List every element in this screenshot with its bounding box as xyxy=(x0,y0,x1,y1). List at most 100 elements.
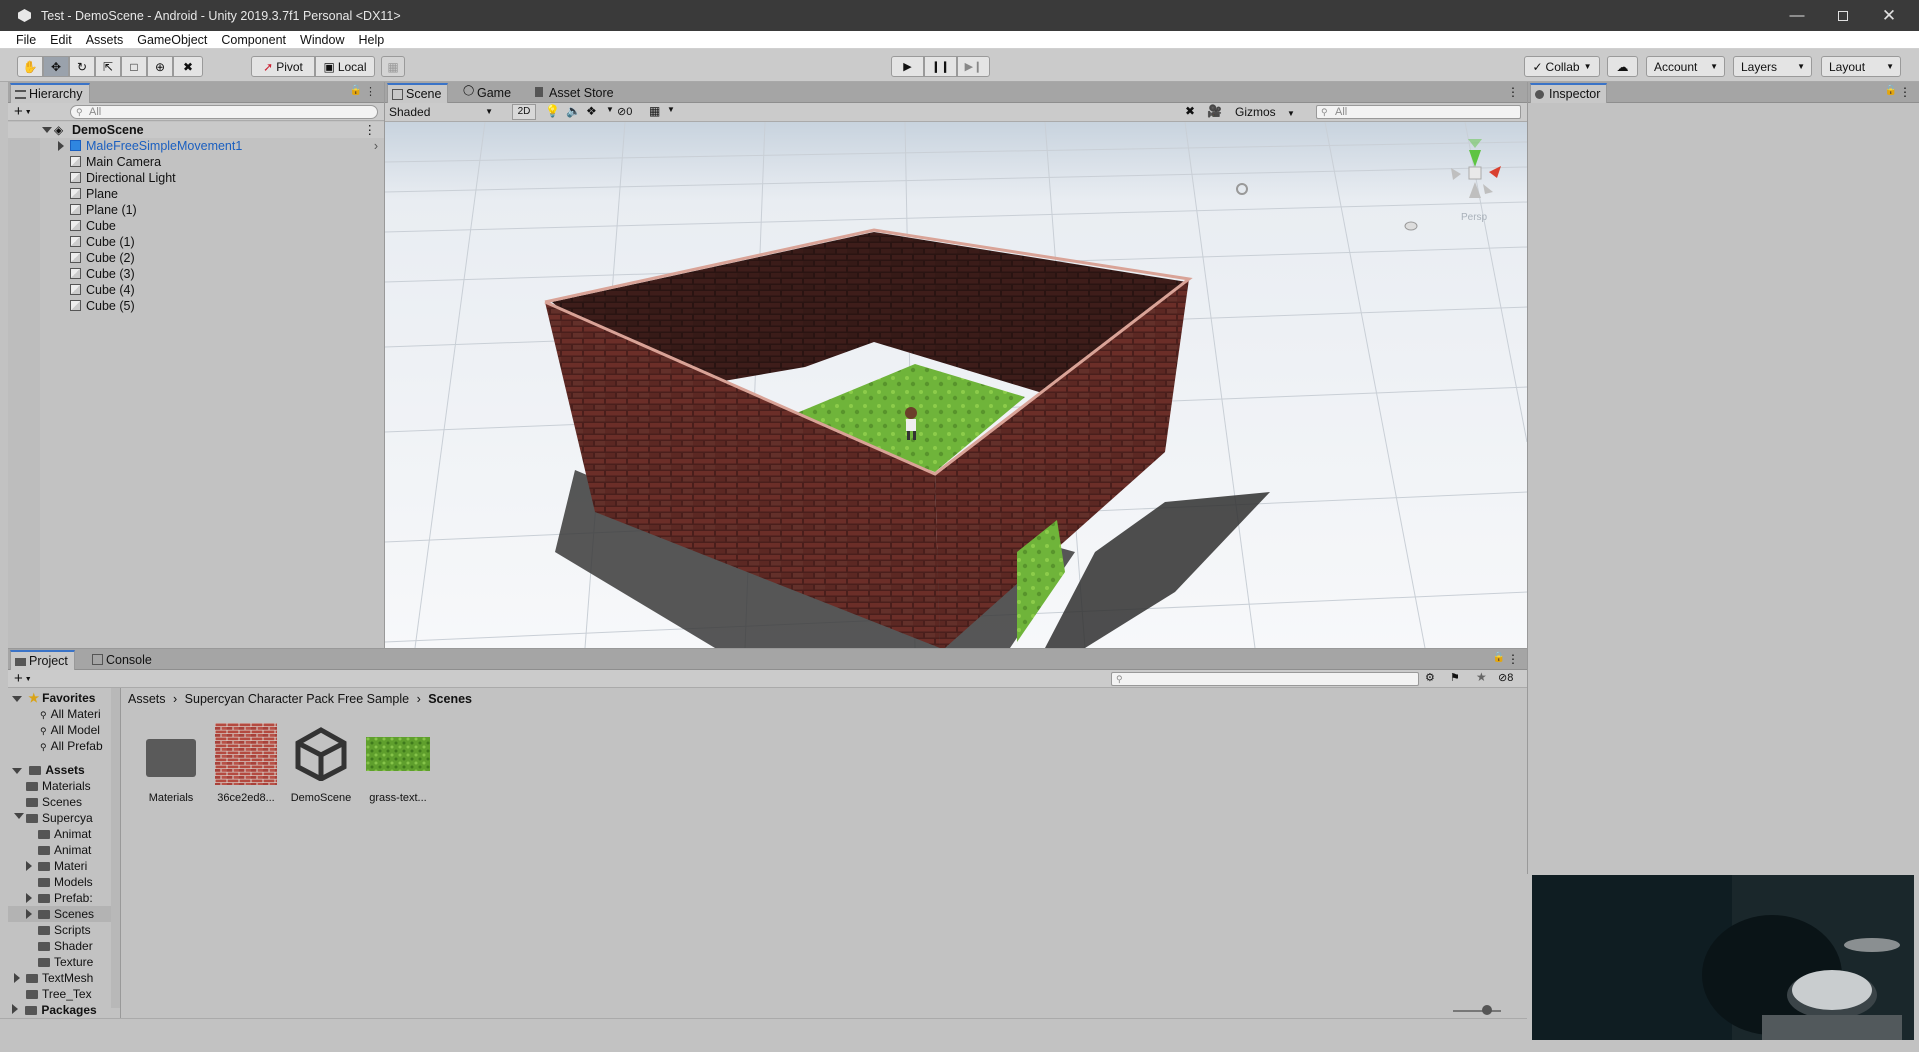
grid-snap-button[interactable]: ▦ xyxy=(381,56,405,77)
pivot-toggle[interactable]: ➚ Pivot xyxy=(251,56,315,77)
collab-dropdown[interactable]: ✓ Collab ▼ xyxy=(1524,56,1600,77)
layers-dropdown[interactable]: Layers ▼ xyxy=(1733,56,1812,77)
hierarchy-search-input[interactable]: ⚲ All xyxy=(70,105,378,119)
expand-arrow-icon[interactable] xyxy=(26,861,32,871)
asset-tree-item[interactable]: Scripts xyxy=(8,922,111,938)
asset-tree-item[interactable]: TextMesh xyxy=(8,970,111,986)
maximize-button[interactable] xyxy=(1820,0,1866,31)
create-button[interactable]: + ▼ xyxy=(14,670,32,688)
audio-toggle-icon[interactable]: 🔈 xyxy=(566,104,581,118)
menu-window[interactable]: Window xyxy=(293,33,351,47)
kebab-menu-icon[interactable]: ⋮ xyxy=(1899,85,1911,99)
tab-hierarchy[interactable]: Hierarchy xyxy=(10,83,90,103)
asset-tree-item[interactable]: Animat xyxy=(8,842,111,858)
menu-component[interactable]: Component xyxy=(214,33,293,47)
expand-arrow-icon[interactable] xyxy=(42,127,52,133)
grid-toggle-icon[interactable]: ▦ xyxy=(649,104,660,118)
kebab-menu-icon[interactable]: ⋮ xyxy=(365,85,376,98)
hierarchy-item[interactable]: Cube (2) xyxy=(8,250,384,266)
hierarchy-item[interactable]: Directional Light xyxy=(8,170,384,186)
minimize-button[interactable]: — xyxy=(1774,0,1820,31)
assets-root[interactable]: Assets xyxy=(12,762,85,778)
zoom-slider-thumb[interactable] xyxy=(1482,1005,1492,1015)
hierarchy-item[interactable]: Cube (1) xyxy=(8,234,384,250)
star-icon[interactable]: ★ xyxy=(1476,670,1487,684)
tab-console[interactable]: Console xyxy=(88,650,158,670)
local-toggle[interactable]: ▣ Local xyxy=(315,56,375,77)
scene-search-input[interactable]: ⚲ All xyxy=(1316,105,1521,119)
close-button[interactable]: ✕ xyxy=(1866,0,1912,31)
asset-brick-texture[interactable]: 36ce2ed8... xyxy=(211,722,281,804)
favorites-header[interactable]: ★ Favorites xyxy=(12,690,95,706)
scene-row[interactable]: ◈ DemoScene ⋮ xyxy=(8,122,384,138)
hierarchy-item[interactable]: Main Camera xyxy=(8,154,384,170)
asset-tree-item[interactable]: Scenes xyxy=(8,906,111,922)
expand-arrow-icon[interactable] xyxy=(14,813,24,819)
favorite-all-materials[interactable]: ⚲ All Materi xyxy=(40,706,101,722)
asset-tree-item[interactable]: Texture xyxy=(8,954,111,970)
asset-tree-item[interactable]: Scenes xyxy=(8,794,111,810)
expand-arrow-icon[interactable] xyxy=(26,909,32,919)
menu-file[interactable]: File xyxy=(0,33,43,47)
zoom-slider[interactable] xyxy=(1453,1010,1501,1012)
favorite-all-prefabs[interactable]: ⚲ All Prefab xyxy=(40,738,103,754)
chevron-down-icon[interactable]: ▼ xyxy=(606,105,614,114)
kebab-menu-icon[interactable]: ⋮ xyxy=(1507,652,1519,666)
lock-icon[interactable]: 🔒 xyxy=(1885,85,1897,96)
hidden-packages-toggle[interactable]: ⊘8 xyxy=(1498,671,1513,684)
shading-mode-dropdown[interactable]: Shaded ▼ xyxy=(387,104,499,120)
project-search-input[interactable]: ⚲ xyxy=(1111,672,1419,686)
tree-scrollbar[interactable] xyxy=(111,688,120,1008)
layout-dropdown[interactable]: Layout ▼ xyxy=(1821,56,1901,77)
chevron-down-icon[interactable]: ▼ xyxy=(667,105,675,114)
rect-tool-button[interactable]: □ xyxy=(121,56,147,77)
asset-tree-item[interactable]: Prefab: xyxy=(8,890,111,906)
camera-icon[interactable]: 🎥 xyxy=(1207,104,1222,118)
asset-tree-item[interactable]: Materials xyxy=(8,778,111,794)
asset-materials-folder[interactable]: Materials xyxy=(136,722,206,804)
tab-scene[interactable]: Scene xyxy=(387,83,449,103)
hierarchy-item[interactable]: Cube (5) xyxy=(8,298,384,314)
breadcrumb-assets[interactable]: Assets xyxy=(128,692,166,706)
hierarchy-item[interactable]: Cube (3) xyxy=(8,266,384,282)
gizmos-dropdown[interactable]: Gizmos ▼ xyxy=(1235,104,1295,120)
play-button[interactable]: ▶ xyxy=(891,56,924,77)
custom-tool-button[interactable]: ✖ xyxy=(173,56,203,77)
menu-edit[interactable]: Edit xyxy=(43,33,79,47)
expand-arrow-icon[interactable] xyxy=(14,973,20,983)
menu-help[interactable]: Help xyxy=(351,33,391,47)
filter-by-label-icon[interactable]: ⚑ xyxy=(1450,671,1460,684)
lighting-toggle-icon[interactable]: 💡 xyxy=(545,104,560,118)
hidden-objects-toggle[interactable]: ⊘0 xyxy=(617,104,632,120)
asset-tree-item[interactable]: Shader xyxy=(8,938,111,954)
asset-tree-item[interactable]: Materi xyxy=(8,858,111,874)
step-button[interactable]: ▶❙ xyxy=(957,56,990,77)
tab-project[interactable]: Project xyxy=(10,650,75,670)
filter-by-type-icon[interactable]: ⚙ xyxy=(1425,671,1435,684)
asset-tree-item[interactable]: Supercya xyxy=(8,810,111,826)
hierarchy-item[interactable]: Cube xyxy=(8,218,384,234)
menu-gameobject[interactable]: GameObject xyxy=(130,33,214,47)
asset-tree-item[interactable]: Animat xyxy=(8,826,111,842)
tools-icon[interactable]: ✖ xyxy=(1185,104,1195,118)
lock-icon[interactable]: 🔒 xyxy=(1493,652,1505,663)
hierarchy-item[interactable]: Plane xyxy=(8,186,384,202)
asset-tree-item[interactable]: Models xyxy=(8,874,111,890)
chevron-right-icon[interactable]: › xyxy=(374,138,378,154)
scene-viewport[interactable]: Persp xyxy=(385,122,1527,648)
transform-tool-button[interactable]: ⊕ xyxy=(147,56,173,77)
account-dropdown[interactable]: Account ▼ xyxy=(1646,56,1725,77)
kebab-menu-icon[interactable]: ⋮ xyxy=(1507,85,1519,99)
persp-label[interactable]: Persp xyxy=(1461,212,1487,223)
favorite-all-models[interactable]: ⚲ All Model xyxy=(40,722,100,738)
breadcrumb-supercyan[interactable]: Supercyan Character Pack Free Sample xyxy=(185,692,409,706)
breadcrumb-scenes[interactable]: Scenes xyxy=(428,692,472,706)
pause-button[interactable]: ❙❙ xyxy=(924,56,957,77)
asset-demoscene[interactable]: DemoScene xyxy=(286,722,356,804)
expand-arrow-icon[interactable] xyxy=(58,141,64,151)
2d-toggle[interactable]: 2D xyxy=(512,104,536,120)
expand-arrow-icon[interactable] xyxy=(26,893,32,903)
tab-game[interactable]: ◯ Game xyxy=(459,83,517,103)
tab-asset-store[interactable]: Asset Store xyxy=(531,83,620,103)
asset-grass-texture[interactable]: grass-text... xyxy=(363,722,433,804)
